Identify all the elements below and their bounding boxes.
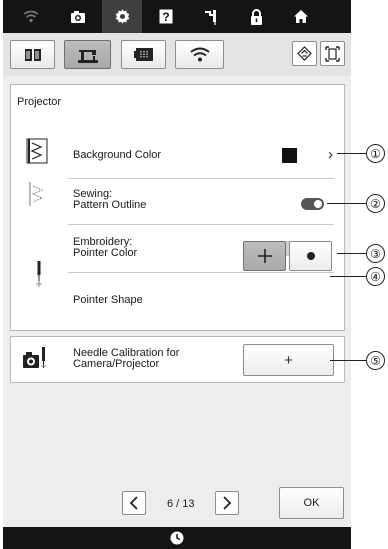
needle-threading-icon[interactable] [192, 0, 232, 33]
projector-settings-panel: Projector Background Color › Sewing: Pat… [10, 84, 345, 331]
callout-marker-1: ① [366, 144, 385, 163]
dot-shape-icon [306, 252, 315, 260]
wifi-icon[interactable] [11, 0, 51, 33]
row-divider [68, 178, 334, 179]
pattern-outline-toggle[interactable] [301, 198, 324, 210]
toggle-knob [314, 200, 322, 208]
svg-text:?: ? [162, 10, 169, 24]
projector-pattern-button[interactable] [292, 41, 317, 66]
background-color-selector[interactable] [271, 135, 346, 175]
lock-icon[interactable] [236, 0, 276, 33]
frame-display-button[interactable] [320, 41, 345, 66]
pointer-shape-dot-button[interactable] [289, 241, 332, 271]
top-toolbar: ? [3, 0, 351, 33]
tab-sewing[interactable] [64, 40, 111, 69]
pointer-needle-icon [33, 260, 45, 288]
callout-marker-5: ⑤ [366, 351, 385, 370]
page-indicator: 6 / 13 [167, 498, 195, 510]
camera-icon[interactable] [58, 0, 98, 33]
clock-icon[interactable] [170, 531, 184, 545]
background-color-label: Background Color [73, 149, 162, 161]
embroidery-icon [133, 48, 153, 61]
needle-calibration-button[interactable]: + [243, 344, 334, 376]
callout-leader-line [330, 276, 366, 277]
chevron-right-icon [223, 496, 232, 510]
row-divider [68, 272, 334, 273]
chevron-left-icon [129, 496, 138, 510]
callout-marker-3: ③ [366, 244, 385, 263]
gear-icon[interactable] [102, 0, 142, 33]
pattern-outline-icon [27, 181, 47, 207]
callout-leader-line [337, 253, 366, 254]
sewing-outline-label-line2: Pattern Outline [73, 199, 147, 211]
row-divider [68, 224, 334, 225]
frame-icon [325, 45, 340, 62]
help-icon[interactable]: ? [146, 0, 186, 33]
pointer-shape-cross-button[interactable] [243, 241, 286, 271]
callout-leader-line [327, 203, 366, 204]
calibration-label-line2: Camera/Projector [73, 358, 160, 370]
previous-page-button[interactable] [122, 491, 146, 515]
callout-leader-line [330, 360, 366, 361]
settings-tab-row [3, 33, 351, 76]
bottom-status-bar [3, 527, 351, 549]
callout-leader-line [337, 153, 366, 154]
home-icon[interactable] [281, 0, 321, 33]
cross-shape-icon [257, 249, 272, 263]
sewing-machine-icon [77, 49, 98, 63]
tab-network[interactable] [175, 40, 224, 69]
background-color-icon [25, 138, 49, 164]
callout-marker-2: ② [366, 194, 385, 213]
pointer-shape-label: Pointer Shape [73, 294, 143, 306]
needle-calibration-panel: Needle Calibration for Camera/Projector … [10, 336, 345, 383]
settings-screen: ? Projector Background Color › Sewing: P… [3, 0, 351, 549]
camera-needle-icon [22, 346, 48, 372]
callout-marker-4: ④ [366, 267, 385, 286]
tab-embroidery[interactable] [121, 40, 166, 69]
book-icon [24, 48, 41, 61]
next-page-button[interactable] [215, 491, 239, 515]
ok-button[interactable]: OK [279, 487, 344, 519]
section-title-projector: Projector [17, 96, 62, 108]
embroidery-pointer-label-line2: Pointer Color [73, 247, 138, 259]
tab-general[interactable] [10, 40, 55, 69]
wifi-icon [189, 47, 210, 62]
projector-pattern-icon [297, 46, 312, 61]
